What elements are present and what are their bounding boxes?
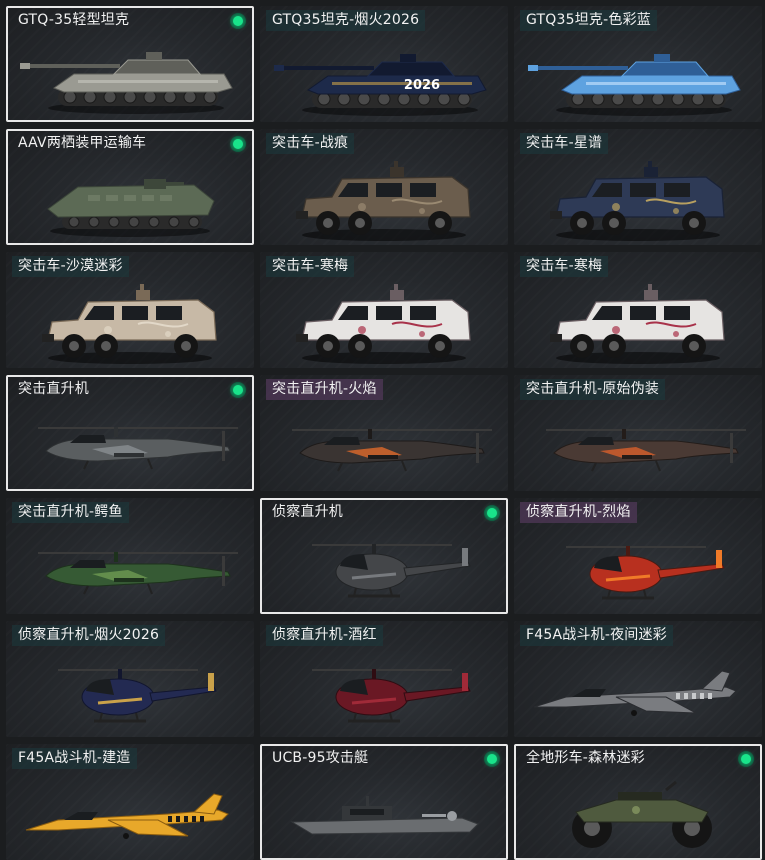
jet-vehicle-icon xyxy=(533,670,737,716)
vehicle-image xyxy=(260,157,508,245)
vehicle-skin-card[interactable]: 突击车-战痕 xyxy=(260,129,508,245)
vehicle-image xyxy=(514,34,762,122)
tank-vehicle-icon xyxy=(20,52,233,114)
vehicle-skin-card[interactable]: 突击车-沙漠迷彩 xyxy=(6,252,254,368)
equipped-status-icon xyxy=(230,13,246,29)
vehicle-skin-label: GTQ35坦克-色彩蓝 xyxy=(520,10,657,31)
vehicle-skin-label: 突击直升机-原始伪装 xyxy=(520,379,666,400)
assault-vehicle-icon xyxy=(550,161,725,241)
vehicle-skin-label: 侦察直升机-烈焰 xyxy=(520,502,637,523)
scout_heli-vehicle-icon xyxy=(312,669,471,723)
vehicle-skin-label: AAV两栖装甲运输车 xyxy=(18,135,147,151)
vehicle-skin-label: 突击直升机 xyxy=(18,381,89,397)
vehicle-image xyxy=(8,401,252,489)
equipped-status-icon xyxy=(484,751,500,767)
attack_heli-vehicle-icon xyxy=(546,429,746,472)
vehicle-skin-label: GTQ35坦克-烟火2026 xyxy=(266,10,426,31)
vehicle-skin-card[interactable]: 侦察直升机-烈焰 xyxy=(514,498,762,614)
scout_heli-vehicle-icon xyxy=(566,546,725,600)
vehicle-skin-card[interactable]: 突击直升机-火焰 xyxy=(260,375,508,491)
tank-vehicle-icon xyxy=(528,54,741,116)
vehicle-image xyxy=(514,403,762,491)
equipped-status-icon xyxy=(484,505,500,521)
vehicle-skin-card[interactable]: 突击车-寒梅 xyxy=(260,252,508,368)
vehicle-image xyxy=(260,403,508,491)
vehicle-skin-card[interactable]: F45A战斗机-建造 xyxy=(6,744,254,860)
boat-vehicle-icon xyxy=(290,796,479,835)
assault-vehicle-icon xyxy=(296,161,471,241)
vehicle-skin-card[interactable]: 突击直升机 xyxy=(6,375,254,491)
vehicle-skin-label: 全地形车-森林迷彩 xyxy=(526,750,645,766)
vehicle-image xyxy=(8,32,252,120)
amphibious-vehicle-icon xyxy=(47,179,215,237)
vehicle-skin-label: 突击直升机-火焰 xyxy=(266,379,383,400)
vehicle-skin-label: 侦察直升机 xyxy=(272,504,343,520)
vehicle-skin-card[interactable]: 突击直升机-原始伪装 xyxy=(514,375,762,491)
equipped-status-icon xyxy=(230,136,246,152)
vehicle-image xyxy=(514,526,762,614)
assault-vehicle-icon xyxy=(296,284,471,364)
attack_heli-vehicle-icon xyxy=(38,427,238,470)
vehicle-image xyxy=(262,524,506,612)
vehicle-image: 2026 xyxy=(260,34,508,122)
vehicle-image xyxy=(6,280,254,368)
vehicle-image xyxy=(260,280,508,368)
vehicle-skin-card[interactable]: GTQ35坦克-色彩蓝 xyxy=(514,6,762,122)
vehicle-skin-card[interactable]: 侦察直升机-烟火2026 xyxy=(6,621,254,737)
assault-vehicle-icon xyxy=(42,284,217,364)
vehicle-skin-card[interactable]: F45A战斗机-夜间迷彩 xyxy=(514,621,762,737)
vehicle-skin-label: UCB-95攻击艇 xyxy=(272,750,369,766)
vehicle-image xyxy=(6,649,254,737)
vehicle-skin-label: 突击车-寒梅 xyxy=(266,256,355,277)
svg-text:2026: 2026 xyxy=(404,78,440,93)
vehicle-skin-label: 突击直升机-鳄鱼 xyxy=(12,502,129,523)
scout_heli-vehicle-icon xyxy=(58,669,217,723)
equipped-status-icon xyxy=(230,382,246,398)
vehicle-image xyxy=(262,770,506,858)
jet-vehicle-icon xyxy=(25,793,229,839)
equipped-status-icon xyxy=(738,751,754,767)
vehicle-image xyxy=(516,770,760,858)
attack_heli-vehicle-icon xyxy=(292,429,492,472)
assault-vehicle-icon xyxy=(550,284,725,364)
vehicle-skin-label: 突击车-战痕 xyxy=(266,133,355,154)
vehicle-skin-label: 突击车-寒梅 xyxy=(520,256,609,277)
vehicle-skin-card[interactable]: 突击车-星谱 xyxy=(514,129,762,245)
vehicle-skin-card[interactable]: GTQ35坦克-烟火2026 2026 xyxy=(260,6,508,122)
vehicle-skin-card[interactable]: 突击车-寒梅 xyxy=(514,252,762,368)
vehicle-skin-label: GTQ-35轻型坦克 xyxy=(18,12,130,28)
atv-vehicle-icon xyxy=(572,780,712,848)
vehicle-skin-card[interactable]: GTQ-35轻型坦克 xyxy=(6,6,254,122)
vehicle-skin-label: 侦察直升机-酒红 xyxy=(266,625,383,646)
vehicle-skin-label: F45A战斗机-建造 xyxy=(12,748,137,769)
tank-vehicle-icon: 2026 xyxy=(274,54,487,116)
attack_heli-vehicle-icon xyxy=(38,552,238,595)
vehicle-skin-card[interactable]: 全地形车-森林迷彩 xyxy=(514,744,762,860)
vehicle-image xyxy=(6,772,254,860)
vehicle-image xyxy=(514,157,762,245)
vehicle-image xyxy=(514,280,762,368)
scout_heli-vehicle-icon xyxy=(312,544,471,598)
vehicle-skin-label: 侦察直升机-烟火2026 xyxy=(12,625,166,646)
vehicle-skin-card[interactable]: 突击直升机-鳄鱼 xyxy=(6,498,254,614)
vehicle-skin-card[interactable]: AAV两栖装甲运输车 xyxy=(6,129,254,245)
vehicle-image xyxy=(6,526,254,614)
vehicle-skin-label: F45A战斗机-夜间迷彩 xyxy=(520,625,673,646)
vehicle-image xyxy=(260,649,508,737)
vehicle-skin-card[interactable]: UCB-95攻击艇 xyxy=(260,744,508,860)
vehicle-image xyxy=(514,649,762,737)
vehicle-skin-card[interactable]: 侦察直升机 xyxy=(260,498,508,614)
vehicle-skin-label: 突击车-沙漠迷彩 xyxy=(12,256,129,277)
vehicle-skin-card[interactable]: 侦察直升机-酒红 xyxy=(260,621,508,737)
vehicle-image xyxy=(8,155,252,243)
vehicle-skin-label: 突击车-星谱 xyxy=(520,133,609,154)
vehicle-skin-grid: GTQ-35轻型坦克 GTQ35坦克-烟火2026 2026 GTQ35坦克-色彩蓝 A… xyxy=(0,0,765,860)
